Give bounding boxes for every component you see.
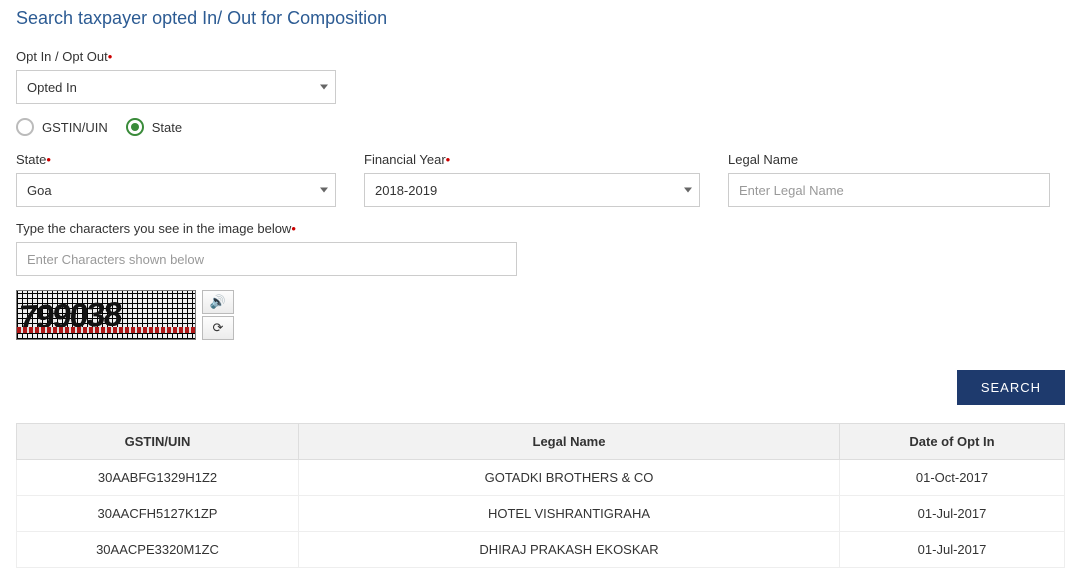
radio-label: GSTIN/UIN: [42, 120, 108, 135]
opt-label: Opt In / Opt Out•: [16, 49, 336, 64]
cell-date: 01-Jul-2017: [840, 496, 1065, 532]
captcha-input[interactable]: [16, 242, 517, 276]
cell-legal-name: GOTADKI BROTHERS & CO: [299, 460, 840, 496]
radio-label: State: [152, 120, 182, 135]
table-row: 30AACFH5127K1ZPHOTEL VISHRANTIGRAHA01-Ju…: [17, 496, 1065, 532]
cell-gstin: 30AACPE3320M1ZC: [17, 532, 299, 568]
required-mark: •: [446, 152, 451, 167]
required-mark: •: [108, 49, 113, 64]
state-select[interactable]: Goa: [16, 173, 336, 207]
table-row: 30AACPE3320M1ZCDHIRAJ PRAKASH EKOSKAR01-…: [17, 532, 1065, 568]
required-mark: •: [46, 152, 51, 167]
captcha-audio-button[interactable]: 🔊: [202, 290, 234, 314]
required-mark: •: [291, 221, 296, 236]
cell-date: 01-Oct-2017: [840, 460, 1065, 496]
cell-legal-name: DHIRAJ PRAKASH EKOSKAR: [299, 532, 840, 568]
col-date: Date of Opt In: [840, 424, 1065, 460]
legal-name-input[interactable]: [728, 173, 1050, 207]
captcha-label: Type the characters you see in the image…: [16, 221, 517, 236]
search-by-radio-group: GSTIN/UIN State: [16, 118, 1065, 136]
captcha-refresh-button[interactable]: ⟳: [202, 316, 234, 340]
results-table: GSTIN/UIN Legal Name Date of Opt In 30AA…: [16, 423, 1065, 568]
page-title: Search taxpayer opted In/ Out for Compos…: [16, 8, 1065, 29]
cell-legal-name: HOTEL VISHRANTIGRAHA: [299, 496, 840, 532]
cell-date: 01-Jul-2017: [840, 532, 1065, 568]
captcha-field: Type the characters you see in the image…: [16, 221, 517, 276]
table-row: 30AABFG1329H1Z2GOTADKI BROTHERS & CO01-O…: [17, 460, 1065, 496]
fy-field: Financial Year• 2018-2019: [364, 152, 700, 207]
fy-label: Financial Year•: [364, 152, 700, 167]
refresh-icon: ⟳: [213, 320, 224, 336]
radio-icon: [126, 118, 144, 136]
state-label: State•: [16, 152, 336, 167]
cell-gstin: 30AACFH5127K1ZP: [17, 496, 299, 532]
search-button[interactable]: SEARCH: [957, 370, 1065, 405]
legal-name-field: Legal Name: [728, 152, 1050, 207]
fy-select[interactable]: 2018-2019: [364, 173, 700, 207]
opt-field: Opt In / Opt Out• Opted In: [16, 49, 336, 104]
state-field: State• Goa: [16, 152, 336, 207]
cell-gstin: 30AABFG1329H1Z2: [17, 460, 299, 496]
radio-icon: [16, 118, 34, 136]
opt-select[interactable]: Opted In: [16, 70, 336, 104]
col-legal-name: Legal Name: [299, 424, 840, 460]
captcha-image: 799038: [16, 290, 196, 340]
radio-gstin[interactable]: GSTIN/UIN: [16, 118, 108, 136]
speaker-icon: 🔊: [210, 294, 226, 310]
legal-name-label: Legal Name: [728, 152, 1050, 167]
col-gstin: GSTIN/UIN: [17, 424, 299, 460]
radio-state[interactable]: State: [126, 118, 182, 136]
